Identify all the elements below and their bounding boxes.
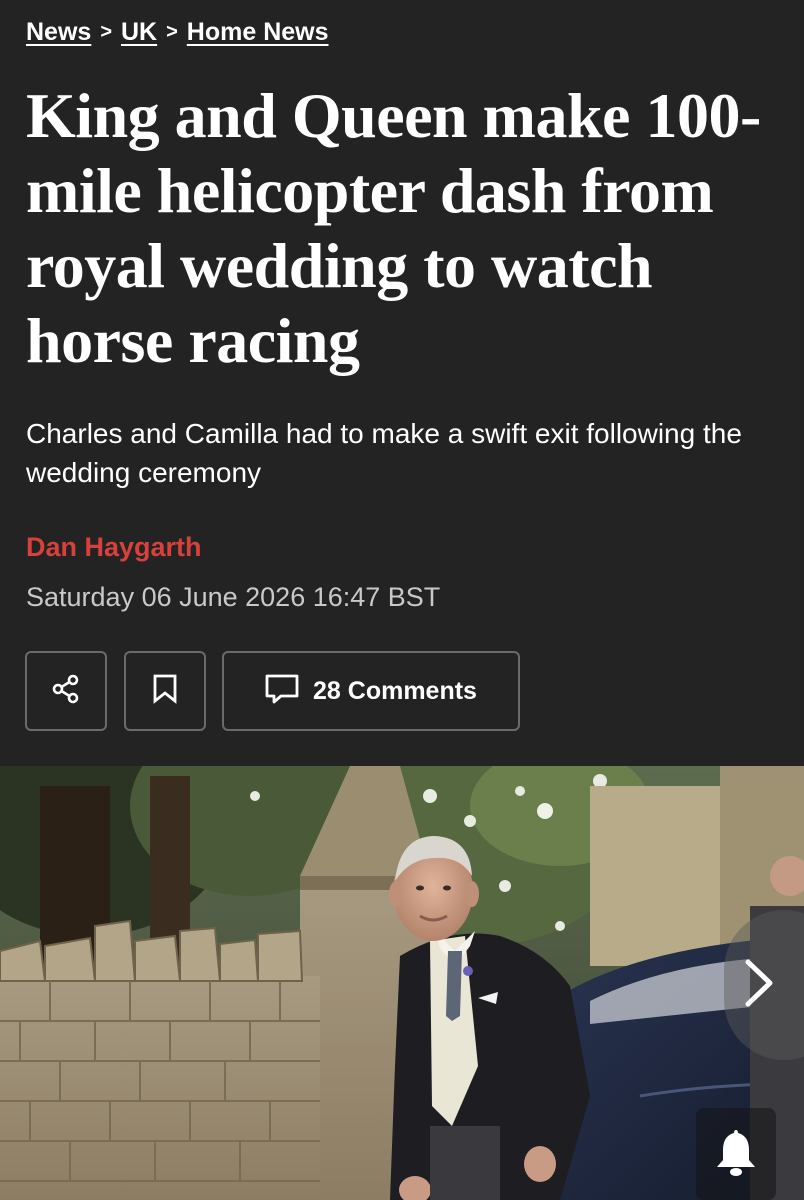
- comments-button[interactable]: 28 Comments: [222, 651, 520, 731]
- breadcrumb-separator: >: [100, 21, 112, 43]
- breadcrumb: News > UK > Home News: [26, 18, 329, 47]
- breadcrumb-home-news[interactable]: Home News: [187, 18, 329, 47]
- article-standfirst: Charles and Camilla had to make a swift …: [26, 418, 742, 488]
- share-icon: [51, 674, 81, 709]
- chevron-right-icon: [742, 958, 776, 1013]
- breadcrumb-uk[interactable]: UK: [121, 18, 157, 47]
- publish-date: Saturday 06 June 2026 16:47 BST: [26, 582, 441, 612]
- bookmark-button[interactable]: [124, 651, 206, 731]
- bookmark-icon: [152, 674, 178, 709]
- comments-count-label: 28 Comments: [313, 676, 477, 705]
- bell-icon: [714, 1126, 758, 1183]
- share-button[interactable]: [25, 651, 107, 731]
- article-headline: King and Queen make 100-mile helicopter …: [26, 80, 761, 376]
- breadcrumb-separator: >: [166, 21, 178, 43]
- article-hero-image[interactable]: [0, 766, 804, 1200]
- author-link[interactable]: Dan Haygarth: [26, 532, 202, 563]
- breadcrumb-news[interactable]: News: [26, 18, 91, 47]
- notification-button[interactable]: [696, 1108, 776, 1200]
- comment-icon: [265, 674, 299, 709]
